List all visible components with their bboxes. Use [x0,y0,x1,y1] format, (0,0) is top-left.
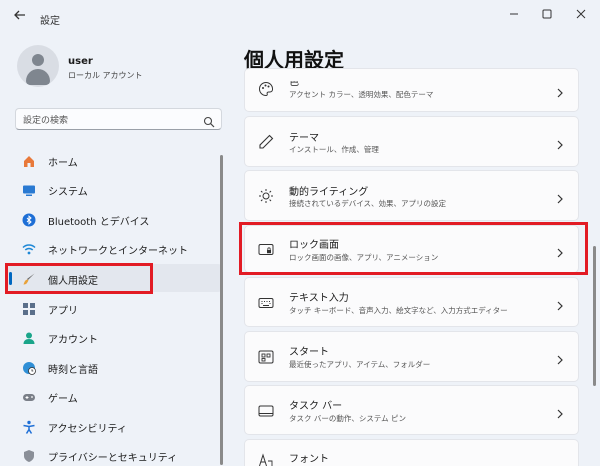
card-title: 色 [289,77,299,88]
globe-clock-icon [22,360,36,375]
home-icon [22,153,36,167]
card-title: テキスト入力 [289,293,349,304]
card-subtitle: 接続されているデバイス、効果、アプリの設定 [289,199,447,208]
card-text-input[interactable]: テキスト入力 タッチ キーボード、音声入力、絵文字など、入力方式エディター [244,277,579,327]
font-icon [258,452,274,466]
sidebar-item-label: ホーム [48,158,78,169]
card-subtitle: 最近使ったアプリ、アイテム、フォルダー [289,360,431,369]
wifi-icon [22,241,36,255]
sidebar-item-label: 時刻と言語 [48,365,98,376]
sidebar-item-label: アカウント [48,335,98,346]
window-title: 設定 [40,16,60,27]
sidebar-item-label: ネットワークとインターネット [48,246,188,257]
sidebar-item-time-language[interactable]: 時刻と言語 [8,353,222,381]
system-icon [22,182,36,196]
card-title: スタート [289,347,329,358]
apps-icon [22,301,36,315]
account-icon [22,330,36,344]
search-icon[interactable] [203,113,215,128]
card-start[interactable]: スタート 最近使ったアプリ、アイテム、フォルダー [244,331,579,382]
card-title: フォント [289,454,329,465]
back-arrow-icon[interactable] [11,8,29,26]
user-account-type: ローカル アカウント [68,71,143,80]
card-dynamic-lighting[interactable]: 動的ライティング 接続されているデバイス、効果、アプリの設定 [244,170,579,221]
card-subtitle: インストール、作成、管理 [289,145,379,154]
card-title: タスク バー [289,401,343,412]
chevron-right-icon [556,405,564,419]
sun-icon [258,188,274,204]
card-taskbar[interactable]: タスク バー タスク バーの動作、システム ピン [244,385,579,435]
card-title: 動的ライティング [289,187,369,198]
sidebar-item-accessibility[interactable]: アクセシビリティ [8,412,222,440]
search-placeholder: 設定の検索 [23,116,69,126]
shield-icon [22,448,36,462]
close-icon[interactable] [573,8,589,24]
chevron-right-icon [556,351,564,365]
minimize-icon[interactable] [506,8,522,24]
gamepad-icon [22,389,36,403]
bluetooth-icon [22,212,36,227]
card-subtitle: タスク バーの動作、システム ピン [289,414,407,423]
avatar[interactable] [17,45,59,87]
card-colors[interactable]: 色 アクセント カラー、透明効果、配色テーマ [244,68,579,112]
sidebar-item-apps[interactable]: アプリ [8,294,222,322]
chevron-right-icon [556,84,564,98]
taskbar-icon [258,403,274,419]
card-subtitle: アクセント カラー、透明効果、配色テーマ [289,90,434,99]
sidebar-item-bluetooth[interactable]: Bluetooth とデバイス [8,205,222,233]
chevron-right-icon [556,136,564,150]
sidebar-item-privacy[interactable]: プライバシーとセキュリティ [8,441,222,466]
sidebar-item-label: Bluetooth とデバイス [48,217,150,228]
accessibility-icon [22,419,36,434]
palette-icon [258,81,274,97]
user-name: user [68,56,93,67]
card-fonts[interactable]: フォント [244,439,579,466]
pen-icon [258,134,274,150]
card-themes[interactable]: テーマ インストール、作成、管理 [244,116,579,167]
keyboard-icon [258,295,274,311]
sidebar-item-label: システム [48,187,88,198]
sidebar-item-label: アクセシビリティ [48,424,127,435]
sidebar-item-home[interactable]: ホーム [8,146,222,174]
sidebar-item-gaming[interactable]: ゲーム [8,382,222,410]
sidebar-item-system[interactable]: システム [8,175,222,203]
sidebar-item-network[interactable]: ネットワークとインターネット [8,234,222,262]
main-scrollbar[interactable] [593,246,596,386]
sidebar-item-accounts[interactable]: アカウント [8,323,222,351]
chevron-right-icon [556,297,564,311]
sidebar-item-label: プライバシーとセキュリティ [48,453,178,464]
card-title: テーマ [289,133,319,144]
card-subtitle: タッチ キーボード、音声入力、絵文字など、入力方式エディター [289,306,508,315]
sidebar-item-label: ゲーム [48,394,78,405]
start-icon [258,349,274,365]
chevron-right-icon [556,190,564,204]
sidebar-item-label: アプリ [48,306,78,317]
sidebar-scrollbar[interactable] [220,155,223,465]
search-input[interactable]: 設定の検索 [15,108,222,130]
highlight-box-lock-screen [239,222,588,275]
title-bar: 設定 [0,0,600,36]
maximize-icon[interactable] [539,8,555,24]
highlight-box-personalization [5,263,153,294]
